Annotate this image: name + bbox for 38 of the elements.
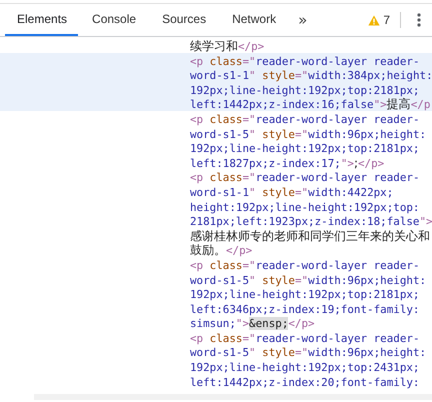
dom-node[interactable]: <p class="reader-word-layer reader- word-s1-5" style="width:96px;height: 192px;line-height:192px;top:2181px; left:6346px;z-index:19;font-family: simsun;">&ensp;</p> <box>0 256 432 330</box>
code-line: height:192px;line-height:192px;top: <box>190 200 420 214</box>
code-line: <p class="reader-word-layer reader- <box>190 258 420 272</box>
panel-tab[interactable]: Elements <box>5 4 78 36</box>
code-line: <p class="reader-word-layer reader- <box>190 54 420 68</box>
panel-tab[interactable]: Network <box>220 4 288 36</box>
dom-node[interactable]: 续学习和</p> <box>0 38 432 53</box>
dom-node[interactable]: <p class="reader-word-layer reader- word-s1-1" style="width:4422px; height:192px;line-height:192px;top: 2181px;left:1923px;z-index:18;false"> 感谢桂林师专的老师和同学们三年来的关心和 鼓励。</p> <box>0 169 432 257</box>
code-line: simsun;">&ensp;</p> <box>190 317 315 330</box>
code-line: word-s1-5" style="width:96px;height: <box>190 128 426 141</box>
panel-tab[interactable]: Sources <box>150 4 218 36</box>
code-line: left:1442px;z-index:20;font-family: <box>190 376 420 389</box>
code-line: left:1827px;z-index:17;">;</p> <box>190 156 384 170</box>
code-line: <p class="reader-word-layer reader- <box>190 171 420 184</box>
warning-icon <box>368 14 380 26</box>
code-line: 192px;line-height:192px;top:2431px; <box>190 361 420 374</box>
code-line: left:1442px;z-index:16;false">提高</p <box>190 98 430 112</box>
code-line: 192px;line-height:192px;top:2181px; <box>190 288 420 302</box>
code-line: 192px;line-height:192px;top:2181px; <box>190 142 420 156</box>
code-line: word-s1-1" style="width:4422px; <box>190 186 394 199</box>
kebab-menu-icon <box>417 13 421 27</box>
warnings-button[interactable]: 7 <box>362 4 396 36</box>
panel-tab[interactable]: Console <box>80 4 148 36</box>
code-line: <p class="reader-word-layer reader- <box>190 332 420 345</box>
code-line: word-s1-1" style="width:384px;height: <box>190 69 432 82</box>
code-line: word-s1-5" style="width:96px;height: <box>190 346 426 360</box>
code-line: left:6346px;z-index:19;font-family: <box>190 302 420 316</box>
more-tabs-button[interactable]: » <box>290 4 316 36</box>
dom-node[interactable]: <p class="reader-word-layer reader- word-s1-1" style="width:384px;height: 192px;line-height:192px;top:2181px; left:1442px;z-index:16;false">提高</p <box>0 52 432 111</box>
dom-node[interactable]: <p class="reader-word-layer reader- word-s1-5" style="width:96px;height: 192px;line-height:192px;top:2181px; left:1827px;z-index:17;">;</p> <box>0 110 432 170</box>
code-line: word-s1-5" style="width:96px;height: <box>190 274 426 286</box>
code-line: 192px;line-height:192px;top:2181px; <box>190 84 420 97</box>
code-line: 续学习和</p> <box>190 40 264 53</box>
dom-node[interactable]: <p class="reader-word-layer reader- word-s1-5" style="width:96px;height: 192px;line-height:192px;top:2431px; left:1442px;z-index:20;font-family: <box>0 330 432 388</box>
code-line: 鼓励。</p> <box>190 244 252 258</box>
code-line: <p class="reader-word-layer reader- <box>190 112 420 126</box>
code-line: 2181px;left:1923px;z-index:18;false"> <box>190 215 432 228</box>
code-line: 感谢桂林师专的老师和同学们三年来的关心和 <box>190 230 430 243</box>
